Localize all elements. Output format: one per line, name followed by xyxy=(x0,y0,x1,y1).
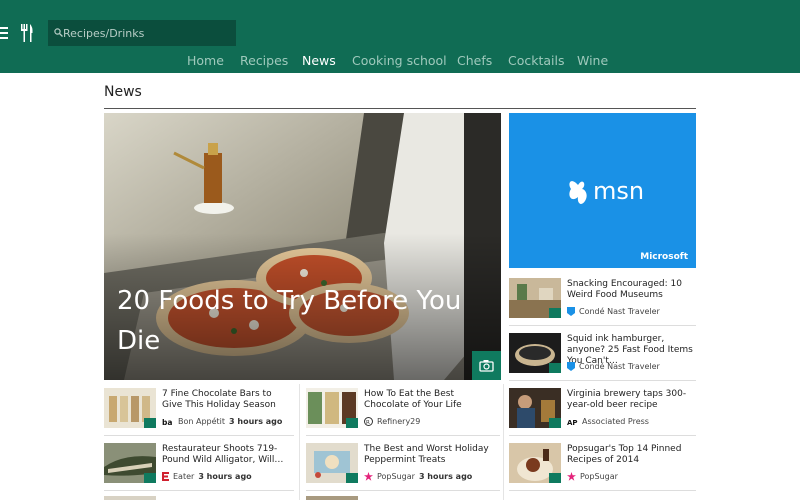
bon-appetit-logo-icon: ba xyxy=(162,418,172,426)
column-separator xyxy=(299,384,300,500)
camera-icon xyxy=(346,418,358,428)
list-item[interactable]: 7 Fine Chocolate Bars to Give This Holid… xyxy=(104,388,294,434)
hero-title[interactable]: 20 Foods to Try Before You Die xyxy=(117,281,487,361)
item-title[interactable]: Snacking Encouraged: 10 Weird Food Museu… xyxy=(567,279,697,301)
camera-icon xyxy=(479,360,494,372)
conde-nast-logo-icon xyxy=(567,362,575,371)
item-thumbnail xyxy=(509,278,561,318)
camera-icon xyxy=(346,473,358,483)
gallery-badge xyxy=(472,351,501,380)
camera-icon xyxy=(549,363,561,373)
hero-article[interactable]: 20 Foods to Try Before You Die xyxy=(104,113,501,380)
item-thumbnail xyxy=(306,443,358,483)
item-divider xyxy=(104,490,294,491)
nav-chefs[interactable]: Chefs xyxy=(457,53,492,68)
item-divider xyxy=(306,490,500,491)
list-item[interactable]: The Best and Worst Holiday Peppermint Tr… xyxy=(306,443,500,489)
nav-wine[interactable]: Wine xyxy=(577,53,608,68)
search-input[interactable] xyxy=(63,23,233,43)
page-title: News xyxy=(104,84,142,100)
nav-cooking-school[interactable]: Cooking school xyxy=(352,53,447,68)
conde-nast-logo-icon xyxy=(567,307,575,316)
search-box[interactable] xyxy=(48,20,236,46)
item-source: Condé Nast Traveler xyxy=(567,362,660,371)
eater-logo-icon xyxy=(162,472,169,481)
list-item[interactable]: Popsugar's Top 14 Pinned Recipes of 2014… xyxy=(509,443,696,489)
list-item[interactable]: Squid ink hamburger, anyone? 25 Fast Foo… xyxy=(509,333,696,379)
nav-home[interactable]: Home xyxy=(187,53,224,68)
refinery29-logo-icon: R xyxy=(364,417,373,426)
nav-recipes[interactable]: Recipes xyxy=(240,53,288,68)
ap-logo-icon: AP xyxy=(567,417,578,426)
popsugar-star-icon xyxy=(567,472,576,481)
camera-icon xyxy=(144,473,156,483)
svg-text:ba: ba xyxy=(162,418,172,426)
title-divider xyxy=(104,108,696,109)
item-source: Condé Nast Traveler xyxy=(567,307,660,316)
item-thumbnail xyxy=(509,388,561,428)
fork-knife-icon[interactable] xyxy=(20,24,34,42)
camera-icon xyxy=(144,418,156,428)
item-thumbnail xyxy=(104,496,156,500)
msn-brand: msn xyxy=(593,177,645,205)
microsoft-label: Microsoft xyxy=(640,252,688,262)
list-item[interactable]: How To Eat the Best Chocolate of Your Li… xyxy=(306,388,500,434)
msn-ad[interactable]: msn Microsoft xyxy=(509,113,696,268)
item-source: PopSugar xyxy=(567,472,618,481)
msn-butterfly-icon xyxy=(569,181,587,204)
menu-icon[interactable] xyxy=(0,27,8,39)
item-thumbnail xyxy=(104,388,156,428)
item-title[interactable]: How To Eat the Best Chocolate of Your Li… xyxy=(364,389,498,411)
camera-icon xyxy=(549,473,561,483)
item-thumbnail xyxy=(509,333,561,373)
nav-cocktails[interactable]: Cocktails xyxy=(508,53,565,68)
item-title[interactable]: Virginia brewery taps 300-year-old beer … xyxy=(567,389,697,411)
camera-icon xyxy=(549,418,561,428)
svg-text:R: R xyxy=(366,420,370,426)
item-divider xyxy=(306,435,500,436)
camera-icon xyxy=(549,308,561,318)
item-title[interactable]: 7 Fine Chocolate Bars to Give This Holid… xyxy=(162,389,290,411)
popsugar-star-icon xyxy=(364,472,373,481)
list-item[interactable]: Virginia brewery taps 300-year-old beer … xyxy=(509,388,696,434)
item-divider xyxy=(104,435,294,436)
item-thumbnail xyxy=(306,388,358,428)
list-item[interactable]: Snacking Encouraged: 10 Weird Food Museu… xyxy=(509,278,696,324)
item-divider xyxy=(509,435,696,436)
app-header: Home Recipes News Cooking school Chefs C… xyxy=(0,0,800,73)
svg-text:AP: AP xyxy=(567,419,578,426)
item-title[interactable]: The Best and Worst Holiday Peppermint Tr… xyxy=(364,444,498,466)
list-item[interactable]: Restaurateur Shoots 719-Pound Wild Allig… xyxy=(104,443,294,489)
item-divider xyxy=(509,380,696,381)
top-nav: Home Recipes News Cooking school Chefs C… xyxy=(0,53,800,71)
item-source: PopSugar 3 hours ago xyxy=(364,472,472,481)
item-title[interactable]: Restaurateur Shoots 719-Pound Wild Allig… xyxy=(162,444,290,466)
item-source: R Refinery29 xyxy=(364,417,421,426)
item-source: Eater 3 hours ago xyxy=(162,472,252,481)
item-thumbnail xyxy=(306,496,358,500)
item-source: ba Bon Appétit 3 hours ago xyxy=(162,417,283,426)
app-window: Home Recipes News Cooking school Chefs C… xyxy=(0,0,800,500)
item-title[interactable]: Popsugar's Top 14 Pinned Recipes of 2014 xyxy=(567,444,697,466)
item-thumbnail xyxy=(104,443,156,483)
item-source: AP Associated Press xyxy=(567,417,649,426)
search-icon xyxy=(54,28,63,37)
column-separator xyxy=(503,384,504,500)
item-divider xyxy=(509,325,696,326)
item-thumbnail xyxy=(509,443,561,483)
nav-news[interactable]: News xyxy=(302,53,336,68)
item-divider xyxy=(509,490,696,491)
